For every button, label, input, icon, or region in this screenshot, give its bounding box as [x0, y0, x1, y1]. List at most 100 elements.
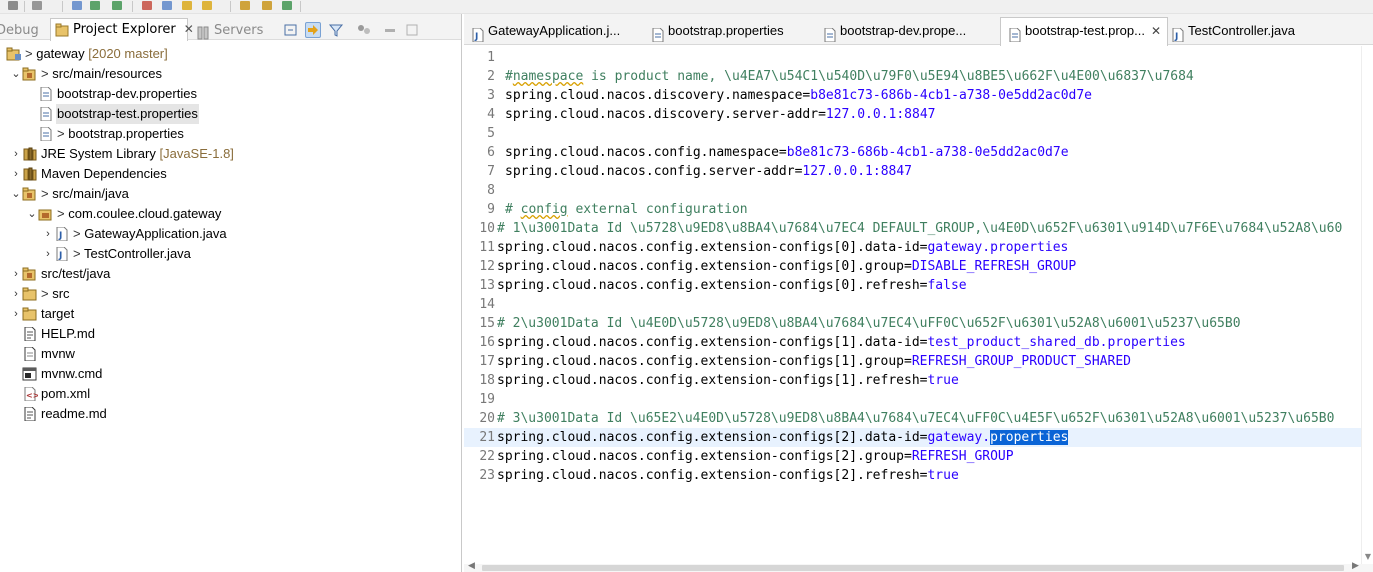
- git-change-marker: >: [41, 66, 53, 81]
- code-line[interactable]: 22 spring.cloud.nacos.config.extension-co…: [464, 447, 1361, 466]
- chevron-right-icon[interactable]: ›: [10, 284, 22, 304]
- code-line[interactable]: 10 # 1\u3001Data Id \u5728\u9ED8\u8BA4\u7…: [464, 219, 1361, 238]
- tree-item[interactable]: › J > TestController.java: [0, 244, 461, 264]
- code-line[interactable]: 8: [464, 181, 1361, 200]
- tree-item[interactable]: › > src: [0, 284, 461, 304]
- code-text: # 3\u3001Data Id \u65E2\u4E0D\u5728\u9ED…: [497, 409, 1334, 428]
- annotation-icon[interactable]: [200, 0, 214, 12]
- tree-item[interactable]: HELP.md: [0, 324, 461, 344]
- scroll-down-icon[interactable]: ▼: [1363, 552, 1373, 562]
- tree-item[interactable]: › src/test/java: [0, 264, 461, 284]
- code-line[interactable]: 1: [464, 48, 1361, 67]
- line-number: 2: [487, 69, 495, 84]
- code-line[interactable]: 7 spring.cloud.nacos.config.server-addr=1…: [464, 162, 1361, 181]
- run-icon[interactable]: [110, 0, 124, 12]
- tree-item[interactable]: > bootstrap.properties: [0, 124, 461, 144]
- line-number: 11: [479, 240, 495, 255]
- cmd-file-icon: [22, 367, 38, 381]
- scroll-left-icon[interactable]: ◀: [468, 561, 475, 571]
- editor-tab[interactable]: bootstrap-test.prop... ✕: [1000, 17, 1168, 46]
- tree-item[interactable]: readme.md: [0, 404, 461, 424]
- view-menu-icon[interactable]: [356, 22, 372, 38]
- code-line[interactable]: 4 spring.cloud.nacos.discovery.server-add…: [464, 105, 1361, 124]
- print-icon[interactable]: [70, 0, 84, 12]
- tree-item[interactable]: bootstrap-dev.properties: [0, 84, 461, 104]
- tree-item[interactable]: › target: [0, 304, 461, 324]
- close-icon[interactable]: ✕: [184, 19, 194, 39]
- code-line[interactable]: 18 spring.cloud.nacos.config.extension-co…: [464, 371, 1361, 390]
- debug-icon[interactable]: [88, 0, 102, 12]
- chevron-down-icon[interactable]: ⌄: [10, 184, 22, 204]
- source-folder-icon: [22, 267, 38, 281]
- filter-icon[interactable]: [328, 22, 344, 38]
- collapse-all-icon[interactable]: [283, 22, 299, 38]
- code-line[interactable]: 16 spring.cloud.nacos.config.extension-co…: [464, 333, 1361, 352]
- editor-tab[interactable]: J GatewayApplication.j...: [470, 18, 638, 44]
- chevron-right-icon[interactable]: ›: [10, 264, 22, 284]
- search-icon[interactable]: [160, 0, 174, 12]
- tree-item[interactable]: > gateway [2020 master]: [0, 44, 461, 64]
- tree-item-label: > src: [40, 284, 71, 304]
- code-token: external configuration: [567, 202, 748, 217]
- tree-item[interactable]: bootstrap-test.properties: [0, 104, 461, 124]
- code-line[interactable]: 12 spring.cloud.nacos.config.extension-co…: [464, 257, 1361, 276]
- back-icon[interactable]: [238, 0, 252, 12]
- tree-item[interactable]: ⌄ > src/main/resources: [0, 64, 461, 84]
- tree-item[interactable]: › JRE System Library [JavaSE-1.8]: [0, 144, 461, 164]
- chevron-right-icon[interactable]: ›: [10, 304, 22, 324]
- code-line[interactable]: 13 spring.cloud.nacos.config.extension-co…: [464, 276, 1361, 295]
- scroll-right-icon[interactable]: ▶: [1352, 561, 1359, 571]
- code-line[interactable]: 23 spring.cloud.nacos.config.extension-co…: [464, 466, 1361, 485]
- horizontal-scrollbar[interactable]: ◀ ▶: [464, 561, 1373, 572]
- editor-tab[interactable]: J TestController.java: [1170, 18, 1342, 44]
- tab-debug[interactable]: Debug: [0, 18, 39, 40]
- code-line[interactable]: 5: [464, 124, 1361, 143]
- code-line[interactable]: 19: [464, 390, 1361, 409]
- editor-tab[interactable]: bootstrap-dev.prope...: [822, 18, 990, 44]
- vertical-scrollbar[interactable]: ▼: [1361, 46, 1373, 564]
- properties-file-icon: [650, 25, 664, 43]
- tree-item[interactable]: mvnw.cmd: [0, 364, 461, 384]
- code-line[interactable]: 3 spring.cloud.nacos.discovery.namespace=…: [464, 86, 1361, 105]
- tree-item[interactable]: ⌄ > com.coulee.cloud.gateway: [0, 204, 461, 224]
- code-line[interactable]: 20 # 3\u3001Data Id \u65E2\u4E0D\u5728\u9…: [464, 409, 1361, 428]
- chevron-right-icon[interactable]: ›: [10, 164, 22, 184]
- tree-item[interactable]: <> pom.xml: [0, 384, 461, 404]
- code-line[interactable]: 21 spring.cloud.nacos.config.extension-co…: [464, 428, 1361, 447]
- chevron-down-icon[interactable]: ⌄: [10, 64, 22, 84]
- tree-item-name: bootstrap-test.properties: [57, 106, 198, 121]
- code-line[interactable]: 9 # config external configuration: [464, 200, 1361, 219]
- editor-tab[interactable]: bootstrap.properties: [650, 18, 814, 44]
- horizontal-scroll-thumb[interactable]: [482, 565, 1344, 571]
- code-line[interactable]: 11 spring.cloud.nacos.config.extension-co…: [464, 238, 1361, 257]
- code-line[interactable]: 15 # 2\u3001Data Id \u4E0D\u5728\u9ED8\u8…: [464, 314, 1361, 333]
- code-line[interactable]: 2 #namespace is product name, \u4EA7\u54C…: [464, 67, 1361, 86]
- code-editor[interactable]: 1 2 #namespace is product name, \u4EA7\u54…: [464, 46, 1361, 564]
- save-all-icon[interactable]: [30, 0, 44, 12]
- close-icon[interactable]: ✕: [1151, 24, 1161, 38]
- maximize-icon[interactable]: [404, 22, 420, 38]
- forward-icon[interactable]: [260, 0, 274, 12]
- pin-editor-icon[interactable]: [280, 0, 294, 12]
- tree-item-label: > com.coulee.cloud.gateway: [56, 204, 222, 224]
- tree-item[interactable]: ⌄ > src/main/java: [0, 184, 461, 204]
- tree-item[interactable]: mvnw: [0, 344, 461, 364]
- chevron-right-icon[interactable]: ›: [42, 224, 54, 244]
- chevron-right-icon[interactable]: ›: [42, 244, 54, 264]
- open-folder-icon[interactable]: [180, 0, 194, 12]
- minimize-icon[interactable]: [382, 22, 398, 38]
- tab-servers[interactable]: Servers: [196, 18, 263, 40]
- line-number: 6: [487, 145, 495, 160]
- chevron-right-icon[interactable]: ›: [10, 144, 22, 164]
- chevron-down-icon[interactable]: ⌄: [26, 204, 38, 224]
- save-icon[interactable]: [6, 0, 20, 12]
- tab-project-explorer[interactable]: Project Explorer ✕: [50, 18, 194, 41]
- link-with-editor-icon[interactable]: [305, 22, 321, 38]
- tree-item[interactable]: › Maven Dependencies: [0, 164, 461, 184]
- line-number: 9: [487, 202, 495, 217]
- tree-item[interactable]: › J > GatewayApplication.java: [0, 224, 461, 244]
- code-line[interactable]: 6 spring.cloud.nacos.config.namespace=b8e…: [464, 143, 1361, 162]
- external-tools-icon[interactable]: [140, 0, 154, 12]
- code-line[interactable]: 14: [464, 295, 1361, 314]
- code-line[interactable]: 17 spring.cloud.nacos.config.extension-co…: [464, 352, 1361, 371]
